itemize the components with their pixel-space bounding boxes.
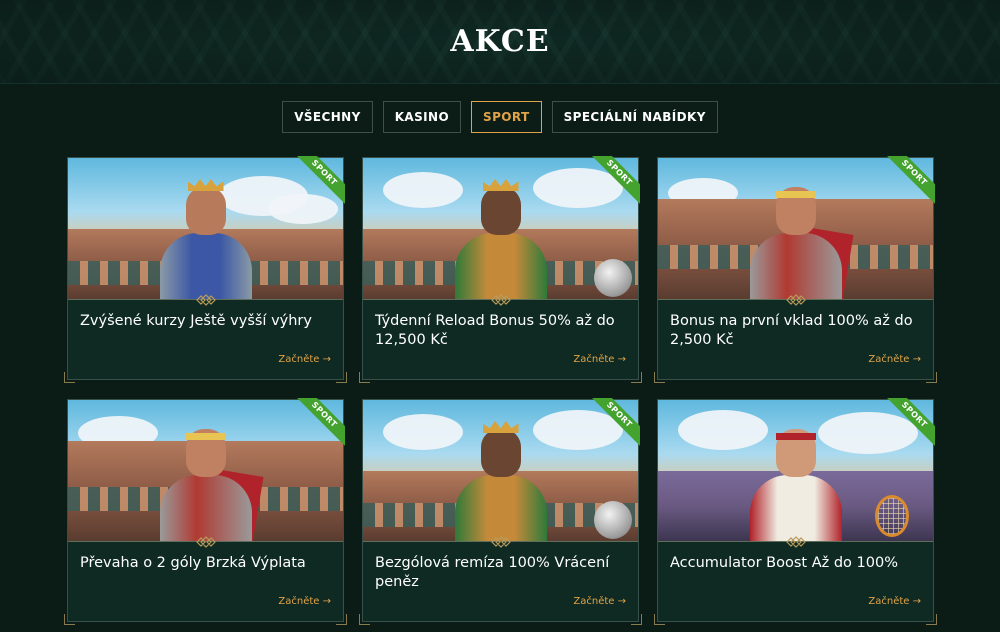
start-link[interactable]: Začněte → [573, 354, 626, 365]
start-link[interactable]: Začněte → [868, 596, 921, 607]
diamond-emblem-icon [195, 536, 216, 548]
start-link[interactable]: Začněte → [278, 354, 331, 365]
promo-title: Zvýšené kurzy Ještě vyšší výhry [80, 313, 312, 329]
diamond-emblem-icon [785, 294, 806, 306]
tab-casino[interactable]: KASINO [382, 101, 462, 133]
diamond-emblem-icon [490, 294, 511, 306]
promo-title: Převaha o 2 góly Brzká Výplata [80, 555, 306, 571]
sport-badge: SPORT [887, 156, 935, 204]
promo-filter-tabs: VŠECHNY KASINO SPORT SPECIÁLNÍ NABÍDKY [0, 101, 1000, 133]
tab-special-offers[interactable]: SPECIÁLNÍ NABÍDKY [551, 101, 718, 133]
start-link[interactable]: Začněte → [868, 354, 921, 365]
promo-card[interactable]: SPORT Bezgólová remíza 100% Vrácení peně… [359, 398, 642, 625]
diamond-emblem-icon [195, 294, 216, 306]
promo-title: Accumulator Boost Až do 100% [670, 555, 898, 571]
promo-title: Týdenní Reload Bonus 50% až do 12,500 Kč [375, 313, 615, 348]
sport-badge: SPORT [887, 398, 935, 446]
promo-card[interactable]: SPORT Zvýšené kurzy Ještě vyšší výhry Za… [64, 156, 347, 383]
promo-card[interactable]: SPORT Accumulator Boost Až do 100% Začně… [654, 398, 937, 625]
sport-badge: SPORT [592, 156, 640, 204]
start-link[interactable]: Začněte → [278, 596, 331, 607]
tab-all[interactable]: VŠECHNY [282, 101, 373, 133]
promo-card[interactable]: SPORT Převaha o 2 góly Brzká Výplata Zač… [64, 398, 347, 625]
promo-card[interactable]: SPORT Bonus na první vklad 100% až do 2,… [654, 156, 937, 383]
sport-badge: SPORT [297, 156, 345, 204]
start-link[interactable]: Začněte → [573, 596, 626, 607]
promo-card[interactable]: SPORT Týdenní Reload Bonus 50% až do 12,… [359, 156, 642, 383]
promo-title: Bonus na první vklad 100% až do 2,500 Kč [670, 313, 913, 348]
tab-sport[interactable]: SPORT [471, 101, 542, 133]
sport-badge: SPORT [297, 398, 345, 446]
sport-badge: SPORT [592, 398, 640, 446]
diamond-emblem-icon [490, 536, 511, 548]
diamond-emblem-icon [785, 536, 806, 548]
promo-title: Bezgólová remíza 100% Vrácení peněz [375, 555, 610, 590]
page-title: AKCE [450, 24, 550, 59]
